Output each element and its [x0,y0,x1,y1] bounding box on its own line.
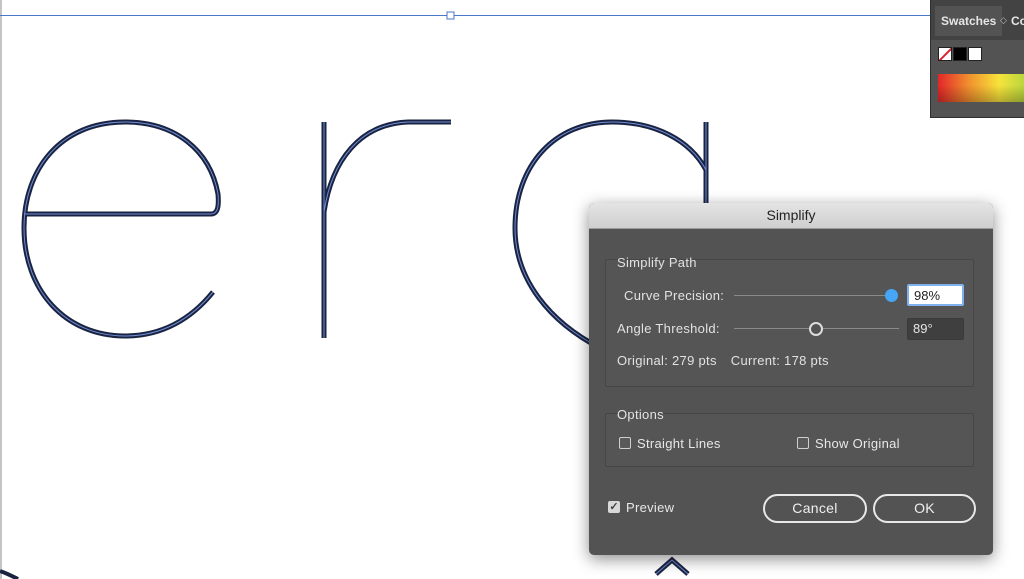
tab-color[interactable]: Co [1011,6,1024,36]
dialog-titlebar[interactable]: Simplify [589,203,993,229]
show-original-checkbox[interactable] [797,437,809,449]
swatch-white[interactable] [968,47,982,61]
current-points: Current: 178 pts [730,353,829,368]
ok-button[interactable]: OK [873,494,976,523]
simplify-dialog: Simplify Simplify Path Curve Precision: … [589,203,993,555]
curve-precision-label: Curve Precision: [624,288,725,303]
swatches-panel: Swatches ◇ Co [930,0,1024,118]
selection-handle[interactable] [446,11,455,20]
tab-collapse-icon[interactable]: ◇ [1000,13,1007,27]
simplify-path-heading: Simplify Path [617,255,697,270]
cancel-button[interactable]: Cancel [763,494,867,523]
curve-precision-slider[interactable] [734,295,891,296]
swatch-black[interactable] [953,47,967,61]
glyph-fragment-bottom [654,556,690,576]
letter-r-path[interactable] [321,119,451,338]
straight-lines-checkbox[interactable] [619,437,631,449]
dialog-title: Simplify [766,207,816,223]
color-spectrum-bar[interactable] [938,74,1024,102]
options-heading: Options [617,407,664,422]
angle-threshold-input[interactable]: 89° [907,318,964,340]
original-points: Original: 279 pts [617,353,717,368]
point-count-stats: Original: 279 pts Current: 178 pts [617,353,829,368]
show-original-label[interactable]: Show Original [815,436,900,451]
letter-e-path[interactable] [21,119,221,339]
preview-checkbox[interactable]: ✓ [608,501,620,513]
glyph-fragment-left [0,569,19,579]
curve-precision-slider-thumb[interactable] [885,289,898,302]
swatch-none[interactable] [938,47,952,61]
curve-precision-input[interactable]: 98% [907,284,964,306]
preview-label[interactable]: Preview [626,500,674,515]
checkmark-icon: ✓ [609,501,619,513]
tab-swatches[interactable]: Swatches [935,6,1003,36]
angle-threshold-label: Angle Threshold: [617,321,720,336]
angle-threshold-slider-thumb[interactable] [809,322,823,336]
straight-lines-label[interactable]: Straight Lines [637,436,721,451]
